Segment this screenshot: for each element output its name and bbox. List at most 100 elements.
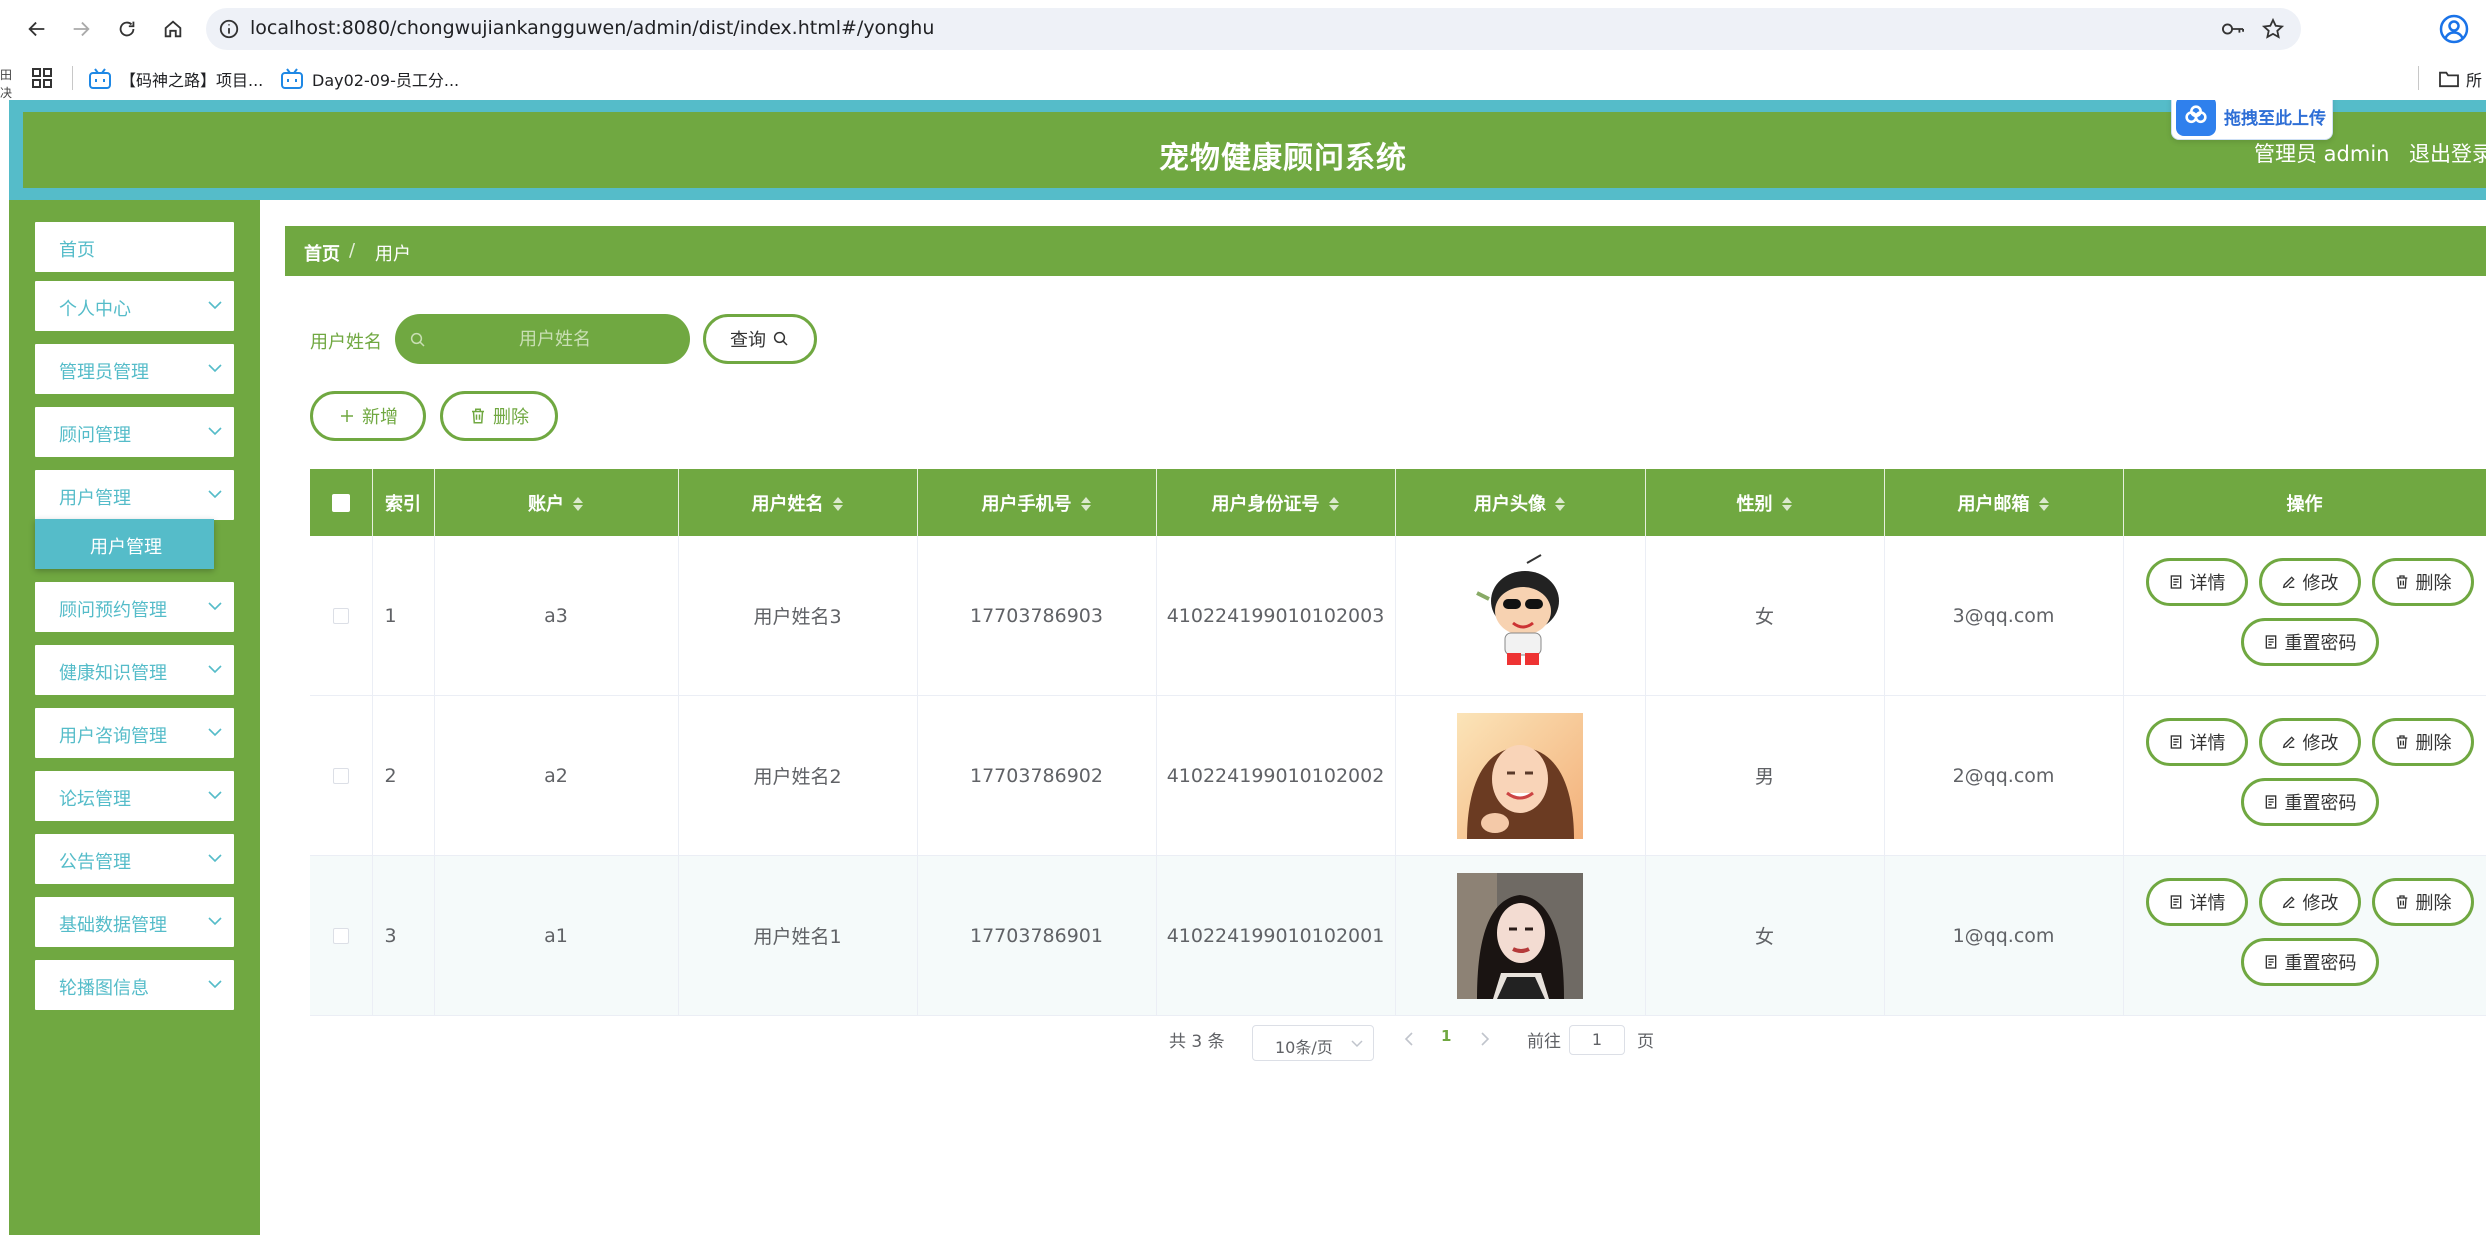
edit-button[interactable]: 修改 xyxy=(2258,558,2361,606)
all-bookmarks-button[interactable]: 所 xyxy=(2438,64,2486,94)
logout-link[interactable]: 退出登录 xyxy=(2409,138,2486,168)
chevron-down-icon xyxy=(208,364,222,373)
select-all-checkbox[interactable] xyxy=(331,494,350,512)
add-button[interactable]: 新增 xyxy=(310,391,426,441)
bookmark-label: 【码神之路】项目... xyxy=(120,71,264,90)
delete-button[interactable]: 删除 xyxy=(2371,718,2474,766)
upload-widget-label: 拖拽至此上传 xyxy=(2224,108,2326,129)
sidebar-item[interactable]: 顾问管理 xyxy=(35,407,234,457)
prev-page-icon[interactable] xyxy=(1403,1031,1415,1047)
page-size-select[interactable]: 10条/页 xyxy=(1252,1025,1374,1061)
smiling-woman-photo[interactable] xyxy=(1457,712,1583,839)
search-field[interactable] xyxy=(395,314,690,364)
password-key-icon[interactable] xyxy=(2221,18,2245,40)
woman-portrait-photo[interactable] xyxy=(1457,872,1583,999)
sidebar-item[interactable]: 基础数据管理 xyxy=(35,897,234,947)
row-checkbox[interactable] xyxy=(332,928,349,944)
sidebar-item[interactable]: 顾问预约管理 xyxy=(35,582,234,632)
cell-name: 用户姓名2 xyxy=(678,695,918,856)
row-actions: 详情 修改 删除 重置密码 xyxy=(2124,696,2486,855)
chevron-down-icon xyxy=(208,980,222,989)
submenu-item-user-management[interactable]: 用户管理 xyxy=(35,519,214,569)
forward-button[interactable] xyxy=(64,12,98,46)
select-all-cell[interactable] xyxy=(310,469,373,536)
sidebar-item[interactable]: 首页 xyxy=(35,222,234,272)
query-button[interactable]: 查询 xyxy=(703,314,817,364)
cell-account: a2 xyxy=(434,695,679,856)
column-header-name[interactable]: 用户姓名 xyxy=(678,469,918,536)
reset-password-button[interactable]: 重置密码 xyxy=(2240,778,2379,826)
sidebar-item[interactable]: 管理员管理 xyxy=(35,344,234,394)
arrow-right-icon xyxy=(73,21,90,37)
left-edge-strip: 田 决 xyxy=(0,58,12,1235)
edit-button[interactable]: 修改 xyxy=(2258,878,2361,926)
column-header-label: 用户身份证号 xyxy=(1211,493,1320,515)
chevron-down-icon xyxy=(208,301,222,310)
profile-icon[interactable] xyxy=(2438,13,2470,45)
apps-grid-icon[interactable] xyxy=(30,66,54,90)
goto-page-input[interactable]: 1 xyxy=(1569,1025,1625,1055)
sort-icon[interactable] xyxy=(572,496,584,512)
table-row: 2 a2 用户姓名2 17703786902 41022419901010200… xyxy=(310,695,2486,856)
cell-account: a1 xyxy=(434,855,679,1016)
batch-delete-label: 删除 xyxy=(493,407,529,428)
sidebar-item[interactable]: 轮播图信息 xyxy=(35,960,234,1010)
edit-button[interactable]: 修改 xyxy=(2258,718,2361,766)
sidebar-item[interactable]: 用户管理 xyxy=(35,470,234,520)
reload-button[interactable] xyxy=(110,12,144,46)
reset-password-button[interactable]: 重置密码 xyxy=(2240,618,2379,666)
sidebar-item[interactable]: 论坛管理 xyxy=(35,771,234,821)
row-select-cell[interactable] xyxy=(310,536,373,696)
page-number-current[interactable]: 1 xyxy=(1441,1027,1451,1045)
sort-icon[interactable] xyxy=(1781,496,1793,512)
url-text[interactable]: localhost:8080/chongwujiankangguwen/admi… xyxy=(250,17,934,39)
column-header-gender[interactable]: 性别 xyxy=(1645,469,1885,536)
admin-username: 管理员 admin xyxy=(2254,142,2390,166)
column-header-phone[interactable]: 用户手机号 xyxy=(917,469,1157,536)
bilibili-tv-icon xyxy=(89,68,111,89)
sidebar-item[interactable]: 个人中心 xyxy=(35,281,234,331)
row-select-cell[interactable] xyxy=(310,695,373,856)
folder-icon xyxy=(2439,71,2459,88)
delete-button[interactable]: 删除 xyxy=(2371,558,2474,606)
search-input[interactable] xyxy=(435,314,675,364)
bookmark-star-icon[interactable] xyxy=(2261,17,2285,41)
row-select-cell[interactable] xyxy=(310,855,373,1016)
bookmark-item-1[interactable]: 【码神之路】项目... xyxy=(88,64,263,94)
batch-delete-button[interactable]: 删除 xyxy=(440,391,558,441)
bookmark-item-2[interactable]: Day02-09-员工分... xyxy=(280,64,459,94)
breadcrumb-home[interactable]: 首页 xyxy=(304,240,340,266)
chevron-down-icon xyxy=(208,917,222,926)
cell-index: 1 xyxy=(372,536,435,696)
detail-button[interactable]: 详情 xyxy=(2145,878,2248,926)
bookmarks-bar: 【码神之路】项目... Day02-09-员工分... 所 xyxy=(0,58,2486,100)
sidebar-item[interactable]: 公告管理 xyxy=(35,834,234,884)
detail-button[interactable]: 详情 xyxy=(2145,558,2248,606)
sidebar-item[interactable]: 用户咨询管理 xyxy=(35,708,234,758)
column-header-avatar[interactable]: 用户头像 xyxy=(1395,469,1646,536)
edit-pen-icon xyxy=(2282,576,2295,589)
delete-button[interactable]: 删除 xyxy=(2371,878,2474,926)
site-info-icon[interactable] xyxy=(218,18,240,40)
upload-drop-widget[interactable]: 拖拽至此上传 xyxy=(2171,100,2333,140)
column-header-id-card[interactable]: 用户身份证号 xyxy=(1156,469,1396,536)
cartoon-boy-avatar[interactable] xyxy=(1457,552,1583,679)
next-page-icon[interactable] xyxy=(1479,1031,1491,1047)
column-header-account[interactable]: 账户 xyxy=(434,469,679,536)
reset-password-button[interactable]: 重置密码 xyxy=(2240,938,2379,986)
home-button[interactable] xyxy=(156,12,190,46)
sort-icon[interactable] xyxy=(832,496,844,512)
sort-icon[interactable] xyxy=(1554,496,1566,512)
sidebar-item[interactable]: 健康知识管理 xyxy=(35,645,234,695)
edit-pen-icon xyxy=(2282,736,2295,749)
browser-toolbar: localhost:8080/chongwujiankangguwen/admi… xyxy=(0,0,2486,58)
sort-icon[interactable] xyxy=(1328,496,1340,512)
sort-icon[interactable] xyxy=(1080,496,1092,512)
row-checkbox[interactable] xyxy=(332,768,349,784)
detail-button[interactable]: 详情 xyxy=(2145,718,2248,766)
column-header-email[interactable]: 用户邮箱 xyxy=(1884,469,2124,536)
row-checkbox[interactable] xyxy=(332,608,349,624)
back-button[interactable] xyxy=(20,12,54,46)
sort-icon[interactable] xyxy=(2038,496,2050,512)
address-bar[interactable]: localhost:8080/chongwujiankangguwen/admi… xyxy=(206,8,2301,50)
